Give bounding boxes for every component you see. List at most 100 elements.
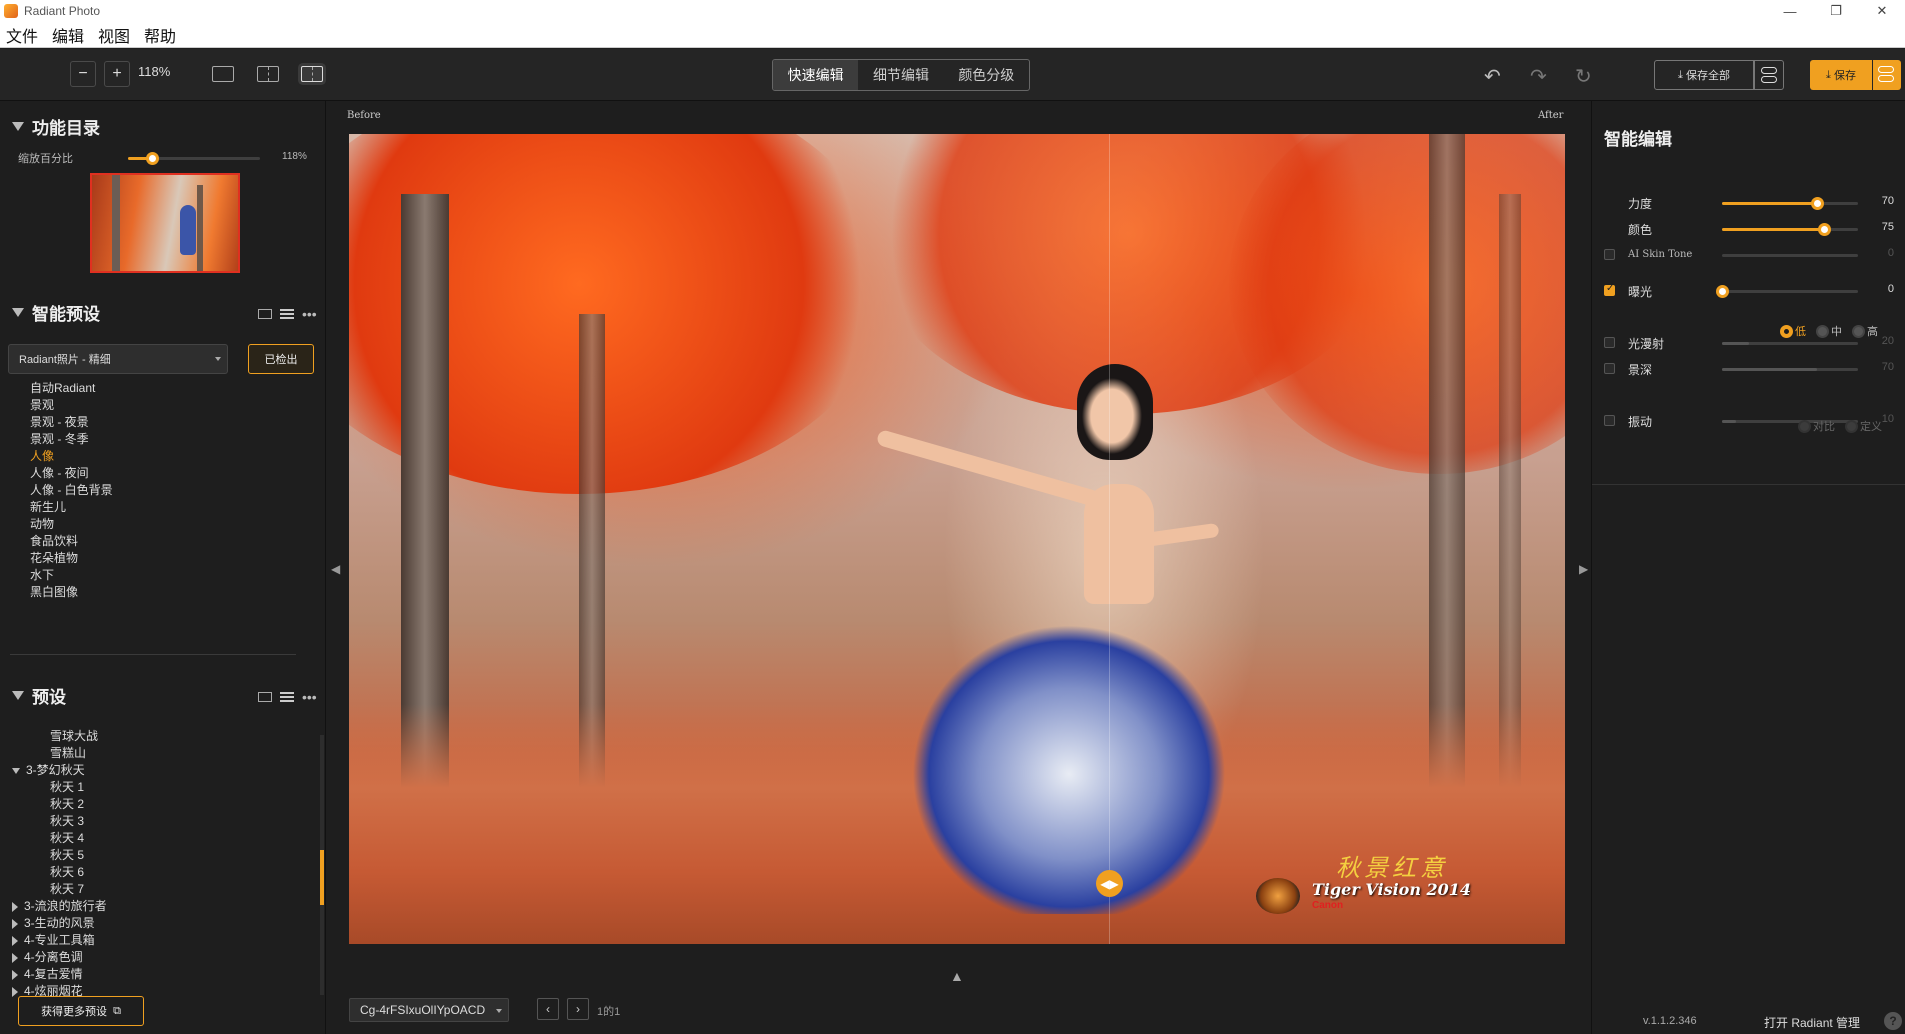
presets-section-header[interactable]: 预设 (12, 683, 66, 708)
catalog-section-header[interactable]: 功能目录 (12, 114, 100, 139)
smart-preset-item[interactable]: 人像 (30, 448, 113, 465)
menu-help[interactable]: 帮助 (144, 23, 176, 47)
preset-folder[interactable]: 4-专业工具箱 (12, 932, 107, 949)
collapse-right-panel-icon[interactable]: ▶ (1579, 562, 1588, 576)
preset-item[interactable]: 秋天 6 (12, 864, 107, 881)
preset-folder[interactable]: 3-生动的风景 (12, 915, 107, 932)
menu-edit[interactable]: 编辑 (52, 23, 84, 47)
preset-folder[interactable]: 4-分离色调 (12, 949, 107, 966)
preset-item[interactable]: 秋天 3 (12, 813, 107, 830)
expand-icon[interactable] (12, 952, 18, 963)
smart-preset-item[interactable]: 食品饮料 (30, 533, 113, 550)
more-options-icon[interactable]: ••• (302, 689, 317, 705)
preset-folder[interactable]: 3-流浪的旅行者 (12, 898, 107, 915)
close-button[interactable]: ✕ (1859, 0, 1905, 22)
collapse-icon[interactable] (12, 767, 20, 774)
compare-split-handle-icon[interactable]: ◀▶ (1096, 870, 1123, 897)
edit-control-slider[interactable] (1722, 254, 1858, 257)
scrollbar-thumb[interactable] (320, 850, 324, 905)
smart-presets-section-header[interactable]: 智能预设 (12, 300, 100, 325)
smart-preset-item[interactable]: 花朵植物 (30, 550, 113, 567)
preset-item[interactable]: 秋天 4 (12, 830, 107, 847)
preset-item[interactable]: 秋天 2 (12, 796, 107, 813)
slider-knob[interactable] (1716, 285, 1729, 298)
reset-icon[interactable]: ↻ (1575, 64, 1592, 89)
grid-view-icon[interactable] (258, 309, 272, 319)
menu-view[interactable]: 视图 (98, 23, 130, 47)
expand-icon[interactable] (12, 935, 18, 946)
edit-control-slider[interactable] (1722, 342, 1858, 345)
edit-control-slider[interactable] (1716, 285, 1858, 298)
smart-preset-item[interactable]: 动物 (30, 516, 113, 533)
preset-folder[interactable]: 4-复古爱情 (12, 966, 107, 983)
preset-folder[interactable]: 3-梦幻秋天 (12, 762, 107, 779)
exposure-level-high[interactable]: 高 (1852, 323, 1878, 339)
depth-mode-definition[interactable]: 定义 (1845, 418, 1882, 434)
zoom-slider[interactable] (128, 152, 260, 165)
help-icon[interactable]: ? (1884, 1012, 1902, 1030)
slider-knob[interactable] (1811, 197, 1825, 210)
edit-control-slider[interactable] (1722, 368, 1858, 371)
save-button[interactable]: ⤓ 保存 (1810, 60, 1872, 90)
zoom-in-button[interactable]: + (104, 61, 130, 87)
menu-file[interactable]: 文件 (6, 23, 38, 47)
exposure-level-medium[interactable]: 中 (1816, 323, 1842, 339)
enable-checkbox[interactable] (1604, 283, 1615, 296)
smart-preset-item[interactable]: 人像 - 夜间 (30, 465, 113, 482)
depth-mode-contrast[interactable]: 对比 (1798, 418, 1835, 434)
save-all-button[interactable]: ⤓ 保存全部 (1654, 60, 1754, 90)
tab-color-grading[interactable]: 颜色分级 (944, 60, 1029, 90)
open-radiant-manager-link[interactable]: 打开 Radiant 管理 (1764, 1014, 1860, 1031)
preset-item[interactable]: 秋天 5 (12, 847, 107, 864)
expand-icon[interactable] (12, 969, 18, 980)
expand-icon[interactable] (12, 918, 18, 929)
smart-preset-item[interactable]: 新生儿 (30, 499, 113, 516)
tab-quick-edit[interactable]: 快速编辑 (773, 60, 859, 90)
preset-item[interactable]: 雪球大战 (12, 728, 107, 745)
list-view-icon[interactable] (280, 692, 294, 702)
restore-button[interactable]: ❐ (1813, 0, 1859, 22)
save-all-options-button[interactable] (1754, 60, 1784, 90)
smart-preset-item[interactable]: 自动Radiant (30, 380, 113, 397)
enable-checkbox[interactable] (1604, 363, 1615, 374)
smart-preset-item[interactable]: 景观 - 夜景 (30, 414, 113, 431)
enable-checkbox[interactable] (1604, 249, 1615, 260)
smart-preset-item[interactable]: 黑白图像 (30, 584, 113, 601)
tab-detail-edit[interactable]: 细节编辑 (858, 60, 943, 90)
photo-preview[interactable] (349, 134, 1565, 944)
file-selector[interactable]: Cg-4rFSIxuOlIYpOACD (349, 998, 509, 1022)
split-view-icon[interactable] (301, 66, 323, 82)
single-view-icon[interactable] (212, 66, 234, 82)
expand-icon[interactable] (12, 901, 18, 912)
navigator-thumbnail[interactable] (90, 173, 240, 273)
preset-item[interactable]: 秋天 1 (12, 779, 107, 796)
smart-preset-item[interactable]: 人像 - 白色背景 (30, 482, 113, 499)
zoom-out-button[interactable]: − (70, 61, 96, 87)
edit-control-slider[interactable] (1722, 197, 1858, 210)
zoom-slider-knob[interactable] (145, 152, 159, 165)
save-options-button[interactable] (1873, 60, 1901, 90)
enable-checkbox[interactable] (1604, 337, 1615, 348)
preset-item[interactable]: 秋天 7 (12, 881, 107, 898)
redo-icon[interactable]: ↷ (1530, 64, 1547, 89)
get-more-presets-button[interactable]: 获得更多预设 ⧉ (18, 996, 144, 1026)
exposure-level-low[interactable]: 低 (1780, 323, 1806, 339)
presets-scrollbar[interactable] (320, 735, 324, 995)
next-image-button[interactable]: › (567, 998, 589, 1020)
detect-button[interactable]: 已检出 (248, 344, 314, 374)
filmstrip-toggle-icon[interactable]: ▲ (950, 968, 964, 984)
expand-icon[interactable] (12, 986, 18, 997)
edit-control-slider[interactable] (1722, 223, 1858, 236)
list-view-icon[interactable] (280, 309, 294, 319)
preset-item[interactable]: 雪糕山 (12, 745, 107, 762)
smart-preset-item[interactable]: 景观 (30, 397, 113, 414)
compare-split-line[interactable] (1109, 134, 1110, 944)
side-by-side-view-icon[interactable] (257, 66, 279, 82)
smart-preset-item[interactable]: 景观 - 冬季 (30, 431, 113, 448)
undo-icon[interactable]: ↶ (1484, 64, 1501, 89)
slider-knob[interactable] (1818, 223, 1831, 236)
smart-preset-item[interactable]: 水下 (30, 567, 113, 584)
more-options-icon[interactable]: ••• (302, 306, 317, 322)
grid-view-icon[interactable] (258, 692, 272, 702)
collapse-left-panel-icon[interactable]: ◀ (331, 562, 340, 576)
